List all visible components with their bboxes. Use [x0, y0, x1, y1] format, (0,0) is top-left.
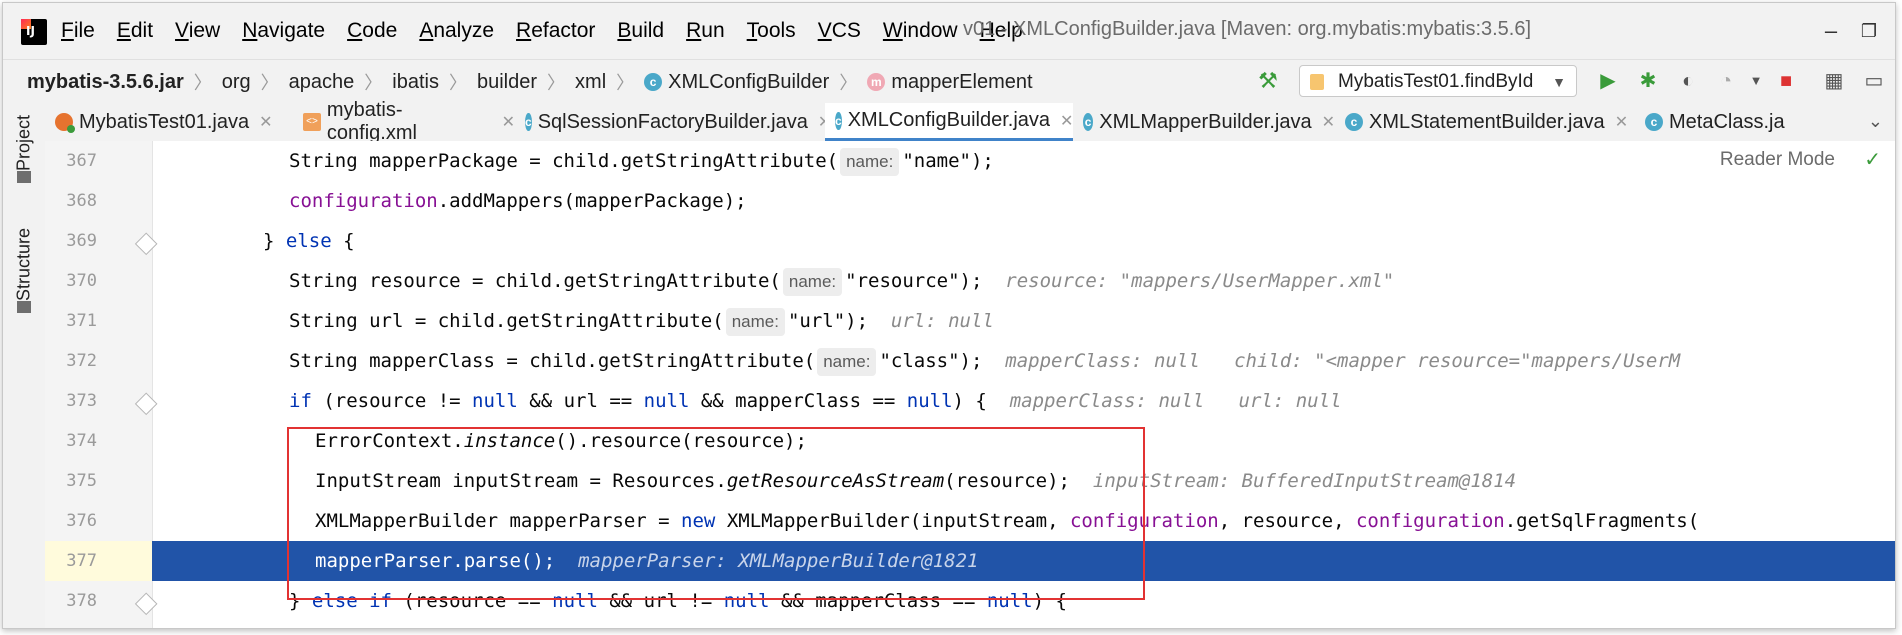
project-tool-window-tab[interactable]: Project: [11, 109, 37, 189]
tab-xmlmapperbuilder[interactable]: c XMLMapperBuilder.java ✕: [1073, 103, 1335, 141]
close-icon[interactable]: ✕: [502, 112, 515, 132]
run-icon[interactable]: ▶: [1593, 66, 1623, 96]
tab-sqlsessionfactorybuilder[interactable]: c SqlSessionFactoryBuilder.java✕: [515, 103, 831, 141]
navigation-bar: mybatis-3.5.6.jar 〉 org 〉 apache 〉 ibatis 〉 …: [3, 59, 1895, 105]
menu-navigate[interactable]: Navigate: [242, 19, 325, 43]
debug-value: inputStream: BufferedInputStream@1814: [1092, 470, 1517, 492]
breadcrumb-method[interactable]: mapperElement: [891, 71, 1032, 94]
java-test-icon: [55, 113, 75, 133]
debug-icon[interactable]: ✱: [1633, 66, 1663, 96]
menu-edit[interactable]: Edit: [117, 19, 153, 43]
chevron-down-icon: ▼: [1552, 74, 1566, 90]
debug-value: resource: "mappers/UserMapper.xml": [1005, 270, 1395, 292]
intellij-logo-icon[interactable]: [21, 19, 47, 45]
breadcrumb-xml[interactable]: xml: [575, 71, 606, 94]
menu-tools[interactable]: Tools: [747, 19, 796, 43]
debug-value: mapperClass: null: [1009, 390, 1205, 412]
menu-vcs[interactable]: VCS: [818, 19, 861, 43]
parameter-hint: name:: [817, 348, 877, 376]
parameter-hint: name:: [840, 148, 900, 176]
code-line: 373 if (resource != null && url == null …: [45, 381, 1895, 421]
fold-marker-icon[interactable]: [134, 592, 158, 616]
breadcrumb-apache[interactable]: apache: [289, 71, 355, 94]
xml-file-icon: <>: [303, 113, 321, 131]
junit-icon: [1310, 74, 1324, 90]
menu-file[interactable]: File: [61, 19, 95, 43]
menu-build[interactable]: Build: [617, 19, 664, 43]
breadcrumb-ibatis[interactable]: ibatis: [392, 71, 439, 94]
editor-tabs: MybatisTest01.java ✕ <> mybatis-config.xm…: [45, 99, 1895, 144]
project-structure-icon[interactable]: ▦: [1819, 66, 1849, 96]
tool-window-strip: Project Structure: [3, 103, 46, 628]
stop-icon[interactable]: ■: [1771, 66, 1801, 96]
close-icon[interactable]: ✕: [1322, 112, 1335, 132]
breadcrumb-class[interactable]: XMLConfigBuilder: [668, 71, 829, 94]
annotation-highlight-box: [287, 427, 1145, 600]
fold-marker-icon[interactable]: [134, 232, 158, 256]
breadcrumb-builder[interactable]: builder: [477, 71, 537, 94]
menu-view[interactable]: View: [175, 19, 220, 43]
class-icon: c: [1345, 113, 1363, 131]
menu-refactor[interactable]: Refactor: [516, 19, 595, 43]
class-icon: c: [525, 113, 532, 131]
window-title: v01 - XMLConfigBuilder.java [Maven: org.…: [963, 18, 1532, 40]
tab-xmlstatementbuilder[interactable]: c XMLStatementBuilder.java ✕: [1335, 103, 1635, 141]
code-line: 371 String url = child.getStringAttribut…: [45, 301, 1895, 341]
title-bar: File Edit View Navigate Code Analyze Ref…: [3, 3, 1895, 59]
class-icon: c: [1645, 113, 1663, 131]
breadcrumb-jar[interactable]: mybatis-3.5.6.jar: [27, 71, 184, 94]
structure-icon: [17, 301, 31, 313]
menu-analyze[interactable]: Analyze: [419, 19, 494, 43]
debug-value: mapperClass: null: [1005, 350, 1200, 372]
code-line: 372 String mapperClass = child.getString…: [45, 341, 1895, 381]
coverage-icon[interactable]: ◐: [1673, 66, 1703, 96]
class-icon: c: [644, 73, 663, 91]
method-icon: m: [867, 73, 886, 91]
breadcrumb-org[interactable]: org: [222, 71, 251, 94]
tabs-overflow-chevron-icon[interactable]: ⌄: [1868, 111, 1883, 132]
close-icon[interactable]: ✕: [259, 112, 272, 132]
debug-value: url: null: [1238, 390, 1342, 412]
structure-tool-window-tab[interactable]: Structure: [11, 209, 37, 319]
fold-marker-icon[interactable]: [134, 392, 158, 416]
close-icon[interactable]: ✕: [1060, 111, 1073, 131]
close-icon[interactable]: ✕: [1615, 112, 1628, 132]
profile-icon[interactable]: ◔: [1711, 66, 1741, 96]
build-hammer-icon[interactable]: ⚒: [1253, 66, 1283, 96]
code-line: 370 String resource = child.getStringAtt…: [45, 261, 1895, 301]
tab-metaclass[interactable]: c MetaClass.ja: [1635, 103, 1835, 141]
run-configuration-label: MybatisTest01.findById: [1338, 71, 1534, 92]
menu-bar: File Edit View Navigate Code Analyze Ref…: [61, 3, 1045, 59]
menu-window[interactable]: Window: [883, 19, 958, 43]
class-icon: c: [835, 111, 842, 130]
tab-mybatistest01[interactable]: MybatisTest01.java ✕: [45, 103, 293, 141]
tab-mybatis-config[interactable]: <> mybatis-config.xml ✕: [293, 99, 515, 144]
restore-icon[interactable]: ❐: [1853, 15, 1885, 47]
minimize-icon[interactable]: –: [1815, 15, 1847, 47]
class-icon: c: [1083, 113, 1094, 131]
folder-icon: [17, 171, 31, 183]
menu-run[interactable]: Run: [686, 19, 725, 43]
parameter-hint: name:: [725, 308, 785, 336]
code-line: 367 String mapperPackage = child.getStri…: [45, 141, 1895, 181]
code-line: 369 } else {: [45, 221, 1895, 261]
code-line: 368 configuration.addMappers(mapperPacka…: [66, 190, 747, 212]
ide-window: File Edit View Navigate Code Analyze Ref…: [2, 2, 1896, 629]
debug-value: child: "<mapper resource="mappers/UserM: [1234, 350, 1681, 372]
parameter-hint: name:: [782, 268, 843, 296]
menu-code[interactable]: Code: [347, 19, 397, 43]
run-configuration-select[interactable]: MybatisTest01.findById ▼: [1299, 65, 1577, 97]
breadcrumb: mybatis-3.5.6.jar 〉 org 〉 apache 〉 ibatis 〉 …: [27, 70, 1033, 94]
profile-dropdown-icon[interactable]: ▼: [1741, 66, 1771, 96]
layout-icon[interactable]: ▭: [1859, 66, 1889, 96]
debug-value: url: null: [890, 310, 994, 332]
tab-xmlconfigbuilder[interactable]: c XMLConfigBuilder.java ✕: [825, 103, 1073, 141]
